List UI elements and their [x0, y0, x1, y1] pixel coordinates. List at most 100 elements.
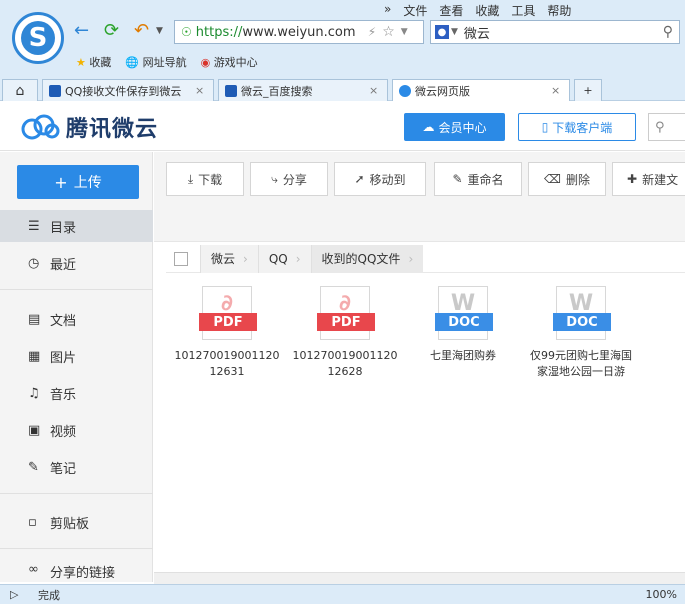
sidebar-item-images[interactable]: ▦ 图片: [0, 340, 153, 372]
sidebar-item-docs[interactable]: ▤ 文档: [0, 303, 153, 335]
back-arrow-icon[interactable]: ←: [74, 20, 89, 42]
lightning-icon[interactable]: ⚡: [368, 25, 376, 39]
sidebar: + 上传 ☰ 目录 ◷ 最近 ▤ 文档 ▦ 图片 ♫ 音乐 ▣ 视频 ✎ 笔记 ▫ 剪贴板 ∞ 分…: [0, 152, 153, 582]
file-item[interactable]: W DOC 仅99元团购七里海国家湿地公园一日游: [526, 286, 636, 380]
home-tab[interactable]: ⌂: [2, 79, 38, 101]
baidu-paw-icon[interactable]: ●: [435, 25, 449, 39]
app-header: 腾讯微云 ☁ 会员中心 ▯ 下载客户端 ⚲: [0, 101, 685, 151]
move-to-label: 移动到: [369, 172, 406, 187]
file-name: 10127001900112012631: [174, 349, 280, 378]
star-icon[interactable]: ☆: [382, 24, 395, 40]
sidebar-item-recent[interactable]: ◷ 最近: [0, 247, 153, 279]
sidebar-item-images-label: 图片: [50, 350, 77, 366]
breadcrumb-qq[interactable]: QQ ›: [257, 244, 311, 273]
star-filled-icon: ★: [76, 56, 86, 69]
breadcrumb-weiyun-label: 微云: [211, 252, 236, 266]
sidebar-item-video[interactable]: ▣ 视频: [0, 414, 153, 446]
file-type-badge: DOC: [553, 313, 611, 331]
tab-qq-file[interactable]: QQ接收文件保存到微云 ×: [42, 79, 214, 101]
fav-collect[interactable]: ★ 收藏: [76, 54, 111, 70]
download-icon: ⤓: [187, 171, 194, 186]
link-icon: ∞: [28, 562, 39, 577]
address-bar[interactable]: ☉ https://www.weiyun.com ⚡ ☆ ▼: [174, 20, 424, 44]
pdf-file-icon: ∂ PDF: [317, 286, 375, 340]
menu-file[interactable]: 文件: [397, 2, 433, 19]
home-icon: ⌂: [15, 82, 25, 99]
file-item[interactable]: ∂ PDF 10127001900112012628: [290, 286, 400, 380]
sidebar-item-docs-label: 文档: [50, 313, 77, 329]
menu-favorites[interactable]: 收藏: [469, 2, 505, 19]
rename-button[interactable]: ✎ 重命名: [434, 162, 522, 196]
new-tab-button[interactable]: +: [574, 79, 602, 101]
horizontal-scrollbar[interactable]: [154, 572, 685, 584]
tab-strip: ⌂ QQ接收文件保存到微云 × 微云_百度搜索 × 微云网页版 × +: [0, 77, 685, 101]
search-box[interactable]: ● ▼ 微云 ⚲: [430, 20, 680, 44]
close-icon[interactable]: ×: [195, 84, 204, 97]
brand[interactable]: 腾讯微云: [20, 111, 158, 143]
phone-icon: ▯: [541, 120, 549, 134]
upload-button[interactable]: + 上传: [17, 165, 139, 199]
image-icon: ▦: [28, 349, 41, 364]
close-icon[interactable]: ×: [551, 84, 560, 97]
sidebar-item-clipboard[interactable]: ▫ 剪贴板: [0, 506, 153, 538]
toolbar: ⤓ 下载 ⤷ 分享 ➚ 移动到 ✎ 重命名 ⌫ 删除 ✚ 新建文: [154, 152, 685, 242]
menu-tools[interactable]: 工具: [505, 2, 541, 19]
undo-icon[interactable]: ↶: [134, 20, 149, 42]
delete-button[interactable]: ⌫ 删除: [528, 162, 606, 196]
new-folder-label: 新建文: [642, 172, 679, 187]
clock-icon: ◷: [28, 256, 40, 271]
breadcrumb-weiyun[interactable]: 微云 ›: [200, 244, 258, 273]
vip-center-label: 会员中心: [438, 120, 487, 135]
browser-chrome: S » 文件 查看 收藏 工具 帮助 ← ⟳ ↶ ▼ ☉ https://www…: [0, 0, 685, 101]
fav-games-label: 游戏中心: [213, 56, 258, 69]
close-icon[interactable]: ×: [369, 84, 378, 97]
fav-games[interactable]: ◉ 游戏中心: [201, 54, 258, 70]
globe-icon: 🌐: [125, 56, 140, 69]
weiyun-logo-icon: [21, 114, 60, 140]
refresh-icon[interactable]: ⟳: [104, 20, 119, 42]
list-icon: ☰: [28, 219, 40, 234]
breadcrumb-received-files[interactable]: 收到的QQ文件 ›: [310, 244, 424, 273]
file-item[interactable]: ∂ PDF 10127001900112012631: [172, 286, 282, 380]
sidebar-item-shared-links[interactable]: ∞ 分享的链接: [0, 562, 153, 582]
upload-label: 上传: [73, 175, 102, 191]
menu-view[interactable]: 查看: [433, 2, 469, 19]
sidebar-item-notes-label: 笔记: [50, 461, 77, 477]
new-folder-button[interactable]: ✚ 新建文: [612, 162, 685, 196]
download-client-button[interactable]: ▯ 下载客户端: [518, 113, 636, 141]
file-item[interactable]: W DOC 七里海团购券: [408, 286, 518, 364]
search-input[interactable]: 微云: [464, 23, 490, 42]
zoom-level[interactable]: 100%: [646, 588, 677, 601]
download-button[interactable]: ⤓ 下载: [166, 162, 244, 196]
share-label: 分享: [282, 172, 307, 187]
breadcrumb-received-files-label: 收到的QQ文件: [321, 252, 401, 266]
file-search-input[interactable]: ⚲: [648, 113, 685, 141]
sidebar-item-recent-label: 最近: [50, 257, 77, 273]
trash-icon: ⌫: [544, 172, 561, 186]
sidebar-toggle-icon[interactable]: ▷: [10, 588, 18, 601]
download-label: 下载: [198, 172, 223, 187]
tab-weiyun[interactable]: 微云网页版 ×: [392, 79, 570, 101]
menu-help[interactable]: 帮助: [541, 2, 577, 19]
fav-nav[interactable]: 🌐 网址导航: [125, 54, 186, 70]
chevron-right-icon: ›: [408, 251, 414, 266]
tab-baidu[interactable]: 微云_百度搜索 ×: [218, 79, 388, 101]
browser-logo[interactable]: S: [12, 12, 64, 64]
chevron-down-icon[interactable]: ▼: [156, 20, 163, 42]
search-icon[interactable]: ⚲: [663, 24, 673, 40]
file-type-badge: PDF: [199, 313, 257, 331]
select-all-checkbox[interactable]: [174, 251, 188, 266]
share-button[interactable]: ⤷ 分享: [250, 162, 328, 196]
search-engine-dropdown-icon[interactable]: ▼: [451, 27, 458, 37]
menu-more[interactable]: »: [378, 2, 397, 19]
sidebar-item-music[interactable]: ♫ 音乐: [0, 377, 153, 409]
url-text[interactable]: https://www.weiyun.com: [196, 25, 364, 40]
status-text: 完成: [38, 588, 60, 602]
tab-qq-file-label: QQ接收文件保存到微云: [65, 84, 182, 98]
weiyun-cloud-icon: [399, 84, 411, 97]
address-dropdown-icon[interactable]: ▼: [401, 27, 408, 37]
vip-center-button[interactable]: ☁ 会员中心: [404, 113, 505, 141]
sidebar-item-notes[interactable]: ✎ 笔记: [0, 451, 153, 483]
sidebar-item-directory[interactable]: ☰ 目录: [0, 210, 153, 242]
move-to-button[interactable]: ➚ 移动到: [334, 162, 426, 196]
